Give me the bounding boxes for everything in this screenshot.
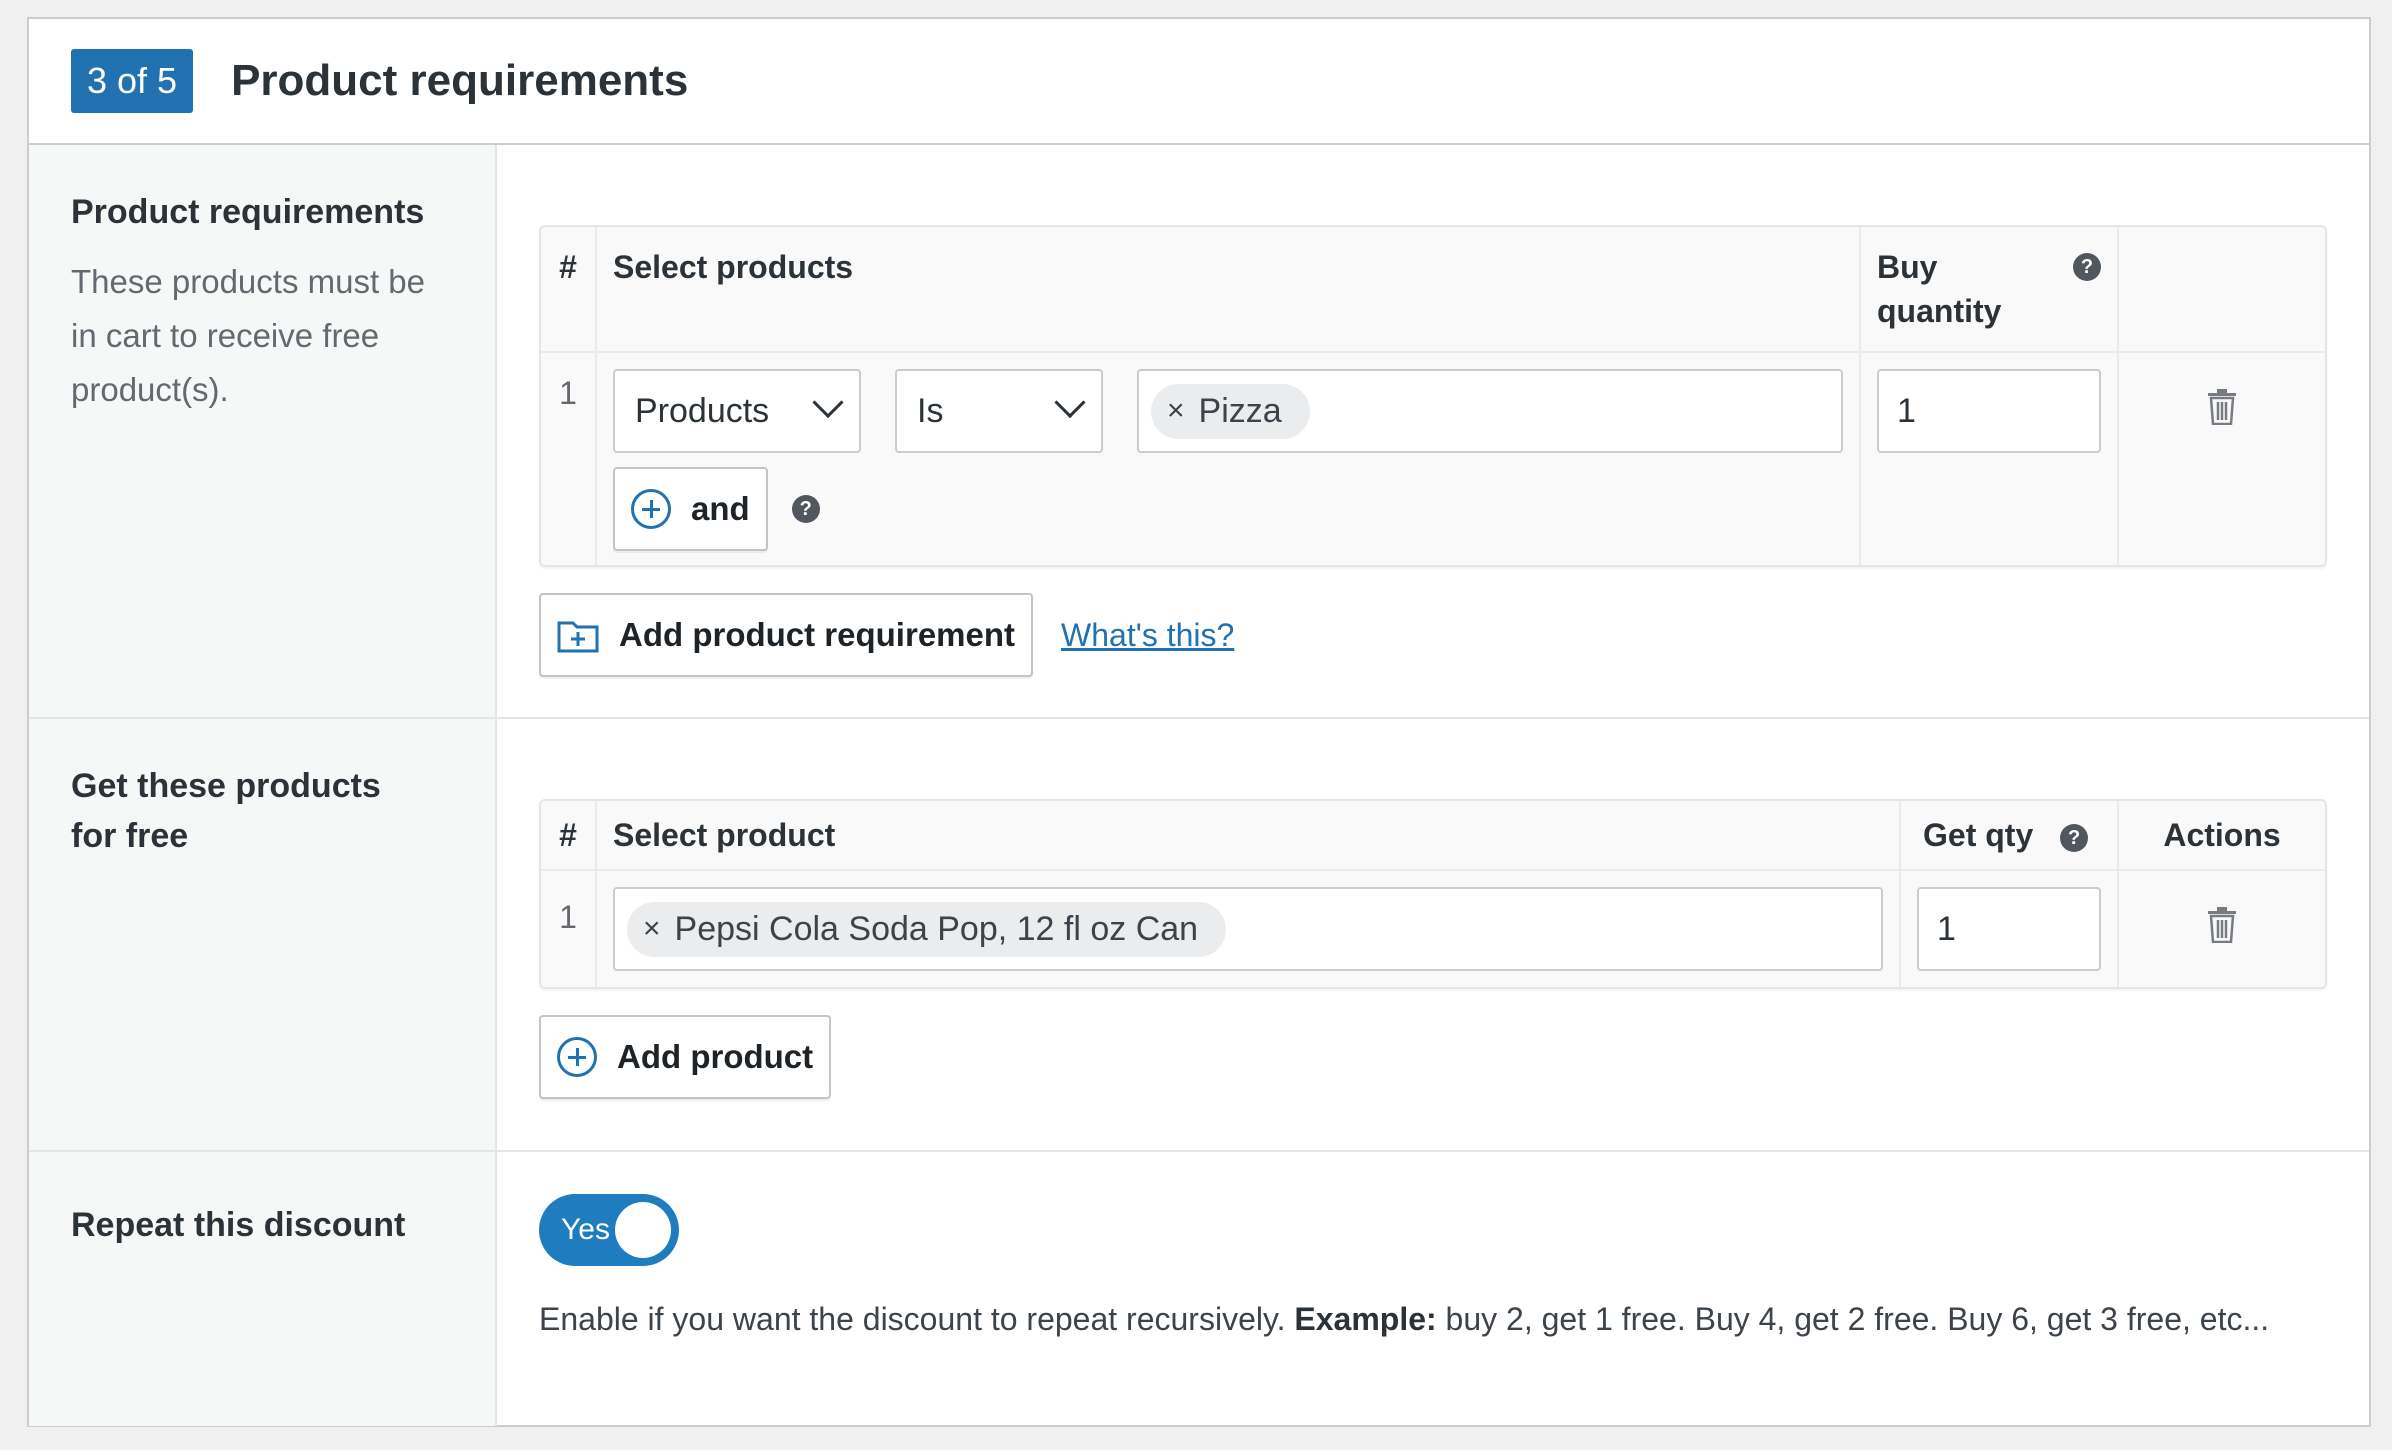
row-index: 1 [541,353,597,565]
trash-icon[interactable] [2207,389,2237,425]
repeat-label-column: Repeat this discount [29,1152,497,1426]
toggle-knob [615,1202,671,1258]
help-icon[interactable]: ? [2073,253,2101,281]
remove-tag-icon[interactable]: × [643,912,661,946]
repeat-toggle[interactable]: Yes [539,1194,679,1266]
repeat-section: Repeat this discount Yes Enable if you w… [29,1152,2369,1426]
plus-circle-icon [557,1037,597,1077]
add-product-button[interactable]: Add product [539,1015,832,1099]
row-actions-cell [2119,353,2325,565]
repeat-desc-example: buy 2, get 1 free. Buy 4, get 2 free. Bu… [1445,1301,2270,1337]
repeat-desc-text: Enable if you want the discount to repea… [539,1301,1286,1337]
col-get-qty-label: Get qty [1923,817,2034,853]
remove-tag-icon[interactable]: × [1167,394,1185,428]
buy-quantity-input[interactable]: 1 [1877,369,2101,453]
add-and-condition-button[interactable]: and [613,467,768,551]
row-qty-cell: 1 [1901,871,2119,987]
get-quantity-input[interactable]: 1 [1917,887,2101,971]
add-product-requirement-button[interactable]: Add product requirement [539,593,1034,677]
col-actions: Actions [2119,801,2325,871]
trash-icon[interactable] [2207,907,2237,943]
help-icon[interactable]: ? [2060,823,2089,852]
repeat-content: Yes Enable if you want the discount to r… [497,1152,2369,1426]
free-products-content: # Select product Get qty ? Actions 1 × P… [497,719,2369,1150]
free-products-heading: Get these products for free [71,767,381,855]
product-tag: × Pepsi Cola Soda Pop, 12 fl oz Can [627,901,1227,957]
requirements-section: Product requirements These products must… [29,145,2369,719]
repeat-description: Enable if you want the discount to repea… [539,1296,2327,1342]
product-type-value: Products [635,391,770,430]
panel-header: 3 of 5 Product requirements [29,19,2369,145]
product-tag-label: Pepsi Cola Soda Pop, 12 fl oz Can [674,909,1199,948]
get-quantity-value: 1 [1937,909,1956,948]
free-products-section: Get these products for free # Select pro… [29,719,2369,1152]
help-icon[interactable]: ? [791,495,820,523]
toggle-label: Yes [561,1213,610,1246]
row-actions-cell [2119,871,2325,987]
requirements-content: # Select products Buy quantity ? 1 Produ… [497,145,2369,717]
and-label: and [691,490,750,527]
step-badge: 3 of 5 [71,49,194,113]
requirements-label-column: Product requirements These products must… [29,145,497,717]
repeat-desc-example-label: Example: [1294,1301,1437,1337]
repeat-heading: Repeat this discount [71,1206,406,1244]
requirements-heading: Product requirements [71,193,425,231]
col-actions-empty [2119,227,2325,353]
product-tag-input[interactable]: × Pizza [1137,369,1843,453]
folder-plus-icon [557,621,599,653]
chevron-down-icon [1054,386,1086,419]
whats-this-link[interactable]: What's this? [1061,617,1234,654]
chevron-down-icon [812,386,844,419]
row-index: 1 [541,871,597,987]
condition-value: Is [917,391,944,430]
table-row: 1 Products Is × Pizza and ? 1 [541,353,2325,565]
free-products-label-column: Get these products for free [29,719,497,1150]
requirements-table: # Select products Buy quantity ? 1 Produ… [539,225,2327,567]
col-select-product: Select product [597,801,1901,871]
row-qty-cell: 1 [1861,353,2119,565]
product-tag-label: Pizza [1198,391,1282,430]
product-tag: × Pizza [1151,383,1310,439]
col-index: # [541,801,597,871]
buy-quantity-value: 1 [1897,391,1916,430]
add-product-label: Add product [617,1038,814,1075]
condition-select[interactable]: Is [895,369,1103,453]
add-product-requirement-label: Add product requirement [619,616,1016,653]
table-row: 1 × Pepsi Cola Soda Pop, 12 fl oz Can 1 [541,871,2325,987]
col-get-qty: Get qty ? [1901,801,2119,871]
col-index: # [541,227,597,353]
product-type-select[interactable]: Products [613,369,861,453]
page-title: Product requirements [231,56,689,105]
plus-circle-icon [631,489,671,529]
col-buy-quantity: Buy quantity ? [1861,227,2119,353]
col-buy-quantity-label: Buy quantity [1877,249,2002,329]
free-product-tag-input[interactable]: × Pepsi Cola Soda Pop, 12 fl oz Can [613,887,1883,971]
free-products-table: # Select product Get qty ? Actions 1 × P… [539,799,2327,989]
step-panel: 3 of 5 Product requirements Product requ… [27,17,2371,1427]
col-select-products: Select products [597,227,1861,353]
row-select-cell: Products Is × Pizza and ? [597,353,1861,565]
row-select-cell: × Pepsi Cola Soda Pop, 12 fl oz Can [597,871,1901,987]
requirements-description: These products must be in cart to receiv… [71,263,426,408]
